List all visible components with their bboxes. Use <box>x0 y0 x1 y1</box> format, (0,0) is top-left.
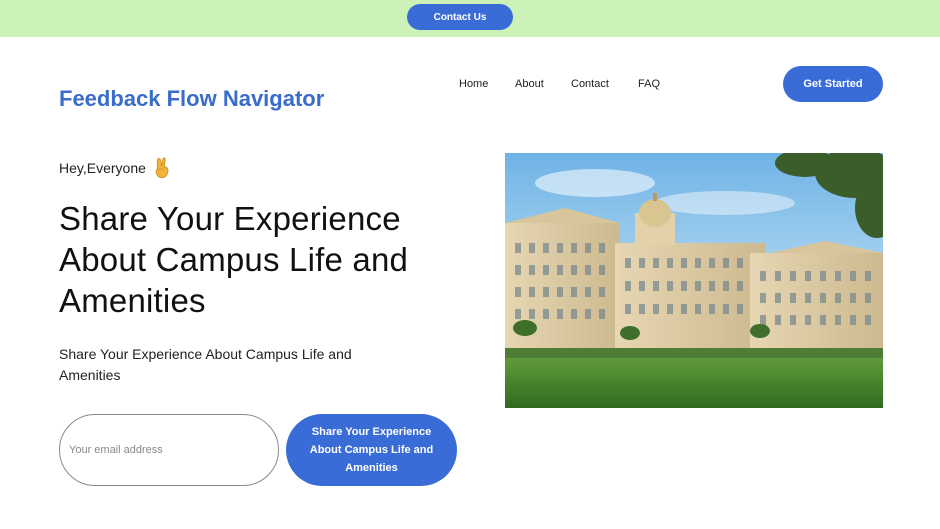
nav-home-link[interactable]: Home <box>459 78 488 90</box>
peace-hand-icon <box>152 157 172 179</box>
page: Contact Us Feedback Flow Navigator Home … <box>0 0 940 529</box>
share-experience-button[interactable]: Share Your Experience About Campus Life … <box>286 414 457 486</box>
hero-heading: Share Your Experience About Campus Life … <box>59 200 409 319</box>
contact-us-button[interactable]: Contact Us <box>407 4 513 30</box>
brand-title[interactable]: Feedback Flow Navigator <box>59 86 324 112</box>
top-banner: Contact Us <box>0 0 940 37</box>
email-input[interactable] <box>59 414 279 486</box>
nav-faq-link[interactable]: FAQ <box>638 78 660 90</box>
greeting-text: Hey,Everyone <box>59 160 146 176</box>
nav-about-link[interactable]: About <box>515 78 544 90</box>
campus-building-photo <box>505 153 883 408</box>
hero-subheading: Share Your Experience About Campus Life … <box>59 346 352 383</box>
get-started-button[interactable]: Get Started <box>783 66 883 102</box>
greeting: Hey,Everyone <box>59 157 172 179</box>
nav-contact-link[interactable]: Contact <box>571 78 609 90</box>
